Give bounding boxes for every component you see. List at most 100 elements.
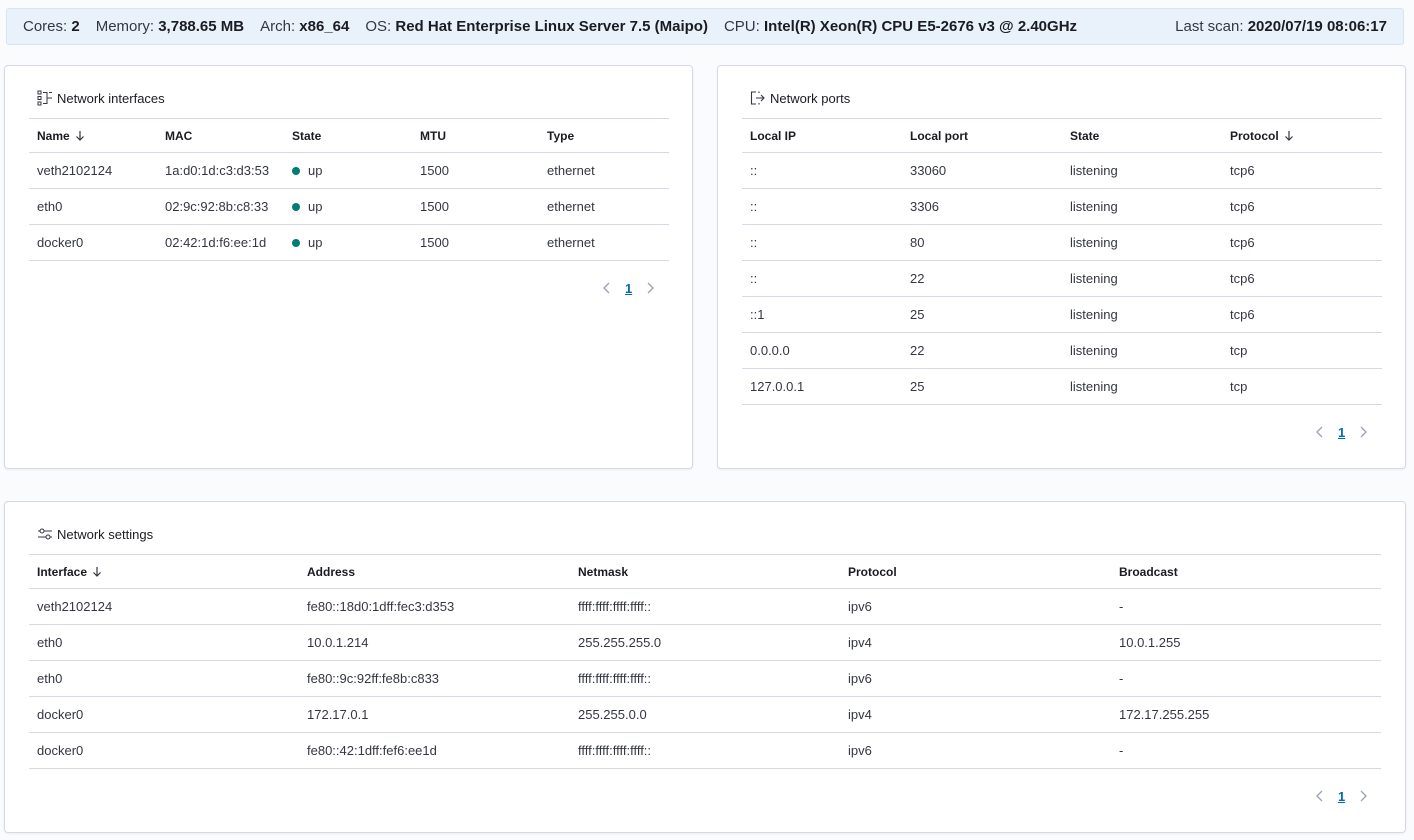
cell-mtu: 1500 (412, 188, 539, 225)
cell-name: veth2102124 (29, 152, 157, 189)
sort-down-arrow-icon[interactable] (91, 566, 103, 578)
interfaces-pagination: 1 (599, 280, 658, 296)
table-row: 127.0.0.1 25 listening tcp (742, 368, 1382, 405)
network-settings-title-text: Network settings (57, 526, 154, 542)
cell-interface: docker0 (29, 696, 299, 733)
cell-state: listening (1062, 260, 1222, 297)
table-row: docker0 02:42:1d:f6:ee:1d up 1500 ethern… (29, 224, 669, 261)
network-interfaces-title-text: Network interfaces (57, 90, 165, 106)
chevron-left-icon (603, 282, 610, 294)
table-row: eth0 fe80::9c:92ff:fe8b:c833 ffff:ffff:fff… (29, 660, 1381, 697)
cell-type: ethernet (539, 152, 669, 189)
column-header-mtu[interactable]: MTU (412, 118, 539, 153)
previous-page-button[interactable] (1312, 788, 1328, 804)
cell-local-ip: ::1 (742, 296, 902, 333)
cell-local-port: 80 (902, 224, 1062, 261)
table-header-row: Interface Address Netmask Protocol Broad… (29, 554, 1381, 589)
table-row: :: 33060 listening tcp6 (742, 152, 1382, 189)
page-number-link[interactable]: 1 (1338, 425, 1345, 440)
cell-local-ip: 127.0.0.1 (742, 368, 902, 405)
table-row: veth2102124 1a:d0:1d:c3:d3:53 up 1500 et… (29, 152, 669, 189)
network-interfaces-title: Network interfaces (37, 90, 165, 106)
cell-mac: 1a:d0:1d:c3:d3:53 (157, 152, 284, 189)
cell-interface: eth0 (29, 624, 299, 661)
cell-broadcast: 10.0.1.255 (1111, 624, 1381, 661)
next-page-button[interactable] (1355, 424, 1371, 440)
cell-protocol: ipv6 (840, 660, 1111, 697)
status-up-dot-icon (292, 239, 300, 247)
table-row: :: 22 listening tcp6 (742, 260, 1382, 297)
cell-netmask: 255.255.255.0 (570, 624, 840, 661)
previous-page-button[interactable] (1312, 424, 1328, 440)
table-row: eth0 10.0.1.214 255.255.255.0 ipv4 10.0.1.25… (29, 624, 1381, 661)
column-header-local-ip[interactable]: Local IP (742, 118, 902, 153)
arch-info: Arch: x86_64 (260, 18, 350, 35)
os-info: OS: Red Hat Enterprise Linux Server 7.5 … (365, 18, 708, 35)
cell-local-port: 22 (902, 260, 1062, 297)
cell-interface: eth0 (29, 660, 299, 697)
column-header-netmask[interactable]: Netmask (570, 554, 840, 589)
column-header-state[interactable]: State (284, 118, 412, 153)
cell-protocol: tcp6 (1222, 188, 1382, 225)
cell-broadcast: - (1111, 588, 1381, 625)
cell-protocol: ipv4 (840, 696, 1111, 733)
memory-info: Memory: 3,788.65 MB (95, 18, 245, 35)
settings-pagination: 1 (1312, 788, 1371, 804)
cell-local-port: 33060 (902, 152, 1062, 189)
chevron-right-icon (647, 282, 655, 294)
column-header-interface[interactable]: Interface (29, 554, 299, 589)
cell-protocol: ipv4 (840, 624, 1111, 661)
cell-state: listening (1062, 332, 1222, 369)
page-number-link[interactable]: 1 (1338, 789, 1345, 804)
column-header-state[interactable]: State (1062, 118, 1222, 153)
column-header-protocol[interactable]: Protocol (1222, 118, 1382, 153)
previous-page-button[interactable] (599, 280, 615, 296)
cell-interface: docker0 (29, 732, 299, 769)
cell-mtu: 1500 (412, 224, 539, 261)
sort-down-arrow-icon[interactable] (1283, 130, 1295, 142)
table-row: docker0 172.17.0.1 255.255.0.0 ipv4 172.17.2… (29, 696, 1381, 733)
table-header-row: Name MAC State MTU Type (29, 118, 669, 153)
column-header-mac[interactable]: MAC (157, 118, 284, 153)
ports-pagination: 1 (1312, 424, 1371, 440)
table-row: eth0 02:9c:92:8b:c8:33 up 1500 ethernet (29, 188, 669, 225)
cell-address: 10.0.1.214 (299, 624, 570, 661)
cell-local-port: 3306 (902, 188, 1062, 225)
column-header-protocol[interactable]: Protocol (840, 554, 1111, 589)
column-header-address[interactable]: Address (299, 554, 570, 589)
column-header-local-port[interactable]: Local port (902, 118, 1062, 153)
cell-protocol: tcp6 (1222, 260, 1382, 297)
cell-state: listening (1062, 188, 1222, 225)
status-up-dot-icon (292, 167, 300, 175)
cell-netmask: ffff:ffff:ffff:ffff:: (570, 732, 840, 769)
column-header-type[interactable]: Type (539, 118, 669, 153)
cell-broadcast: - (1111, 732, 1381, 769)
page-number-link[interactable]: 1 (625, 281, 632, 296)
cell-local-ip: :: (742, 224, 902, 261)
cell-mac: 02:42:1d:f6:ee:1d (157, 224, 284, 261)
column-header-broadcast[interactable]: Broadcast (1111, 554, 1381, 589)
table-row: ::1 25 listening tcp6 (742, 296, 1382, 333)
network-ports-icon (750, 91, 765, 105)
cell-netmask: 255.255.0.0 (570, 696, 840, 733)
cell-state: up (284, 152, 412, 189)
sort-down-arrow-icon[interactable] (74, 130, 86, 142)
cell-interface: veth2102124 (29, 588, 299, 625)
column-header-name[interactable]: Name (29, 118, 157, 153)
cell-address: fe80::9c:92ff:fe8b:c833 (299, 660, 570, 697)
cell-local-ip: :: (742, 260, 902, 297)
cell-local-ip: :: (742, 188, 902, 225)
table-row: 0.0.0.0 22 listening tcp (742, 332, 1382, 369)
cell-netmask: ffff:ffff:ffff:ffff:: (570, 660, 840, 697)
chevron-left-icon (1316, 426, 1323, 438)
cell-state: listening (1062, 368, 1222, 405)
network-ports-title: Network ports (750, 90, 850, 106)
next-page-button[interactable] (642, 280, 658, 296)
system-info-bar: Cores: 2 Memory: 3,788.65 MB Arch: x86_6… (6, 8, 1404, 45)
cell-name: docker0 (29, 224, 157, 261)
cpu-info: CPU: Intel(R) Xeon(R) CPU E5-2676 v3 @ 2… (723, 18, 1078, 35)
cell-protocol: ipv6 (840, 588, 1111, 625)
next-page-button[interactable] (1355, 788, 1371, 804)
network-ports-title-text: Network ports (770, 90, 851, 106)
network-interfaces-panel: Network interfaces Name MAC State MTU Ty… (4, 65, 693, 469)
